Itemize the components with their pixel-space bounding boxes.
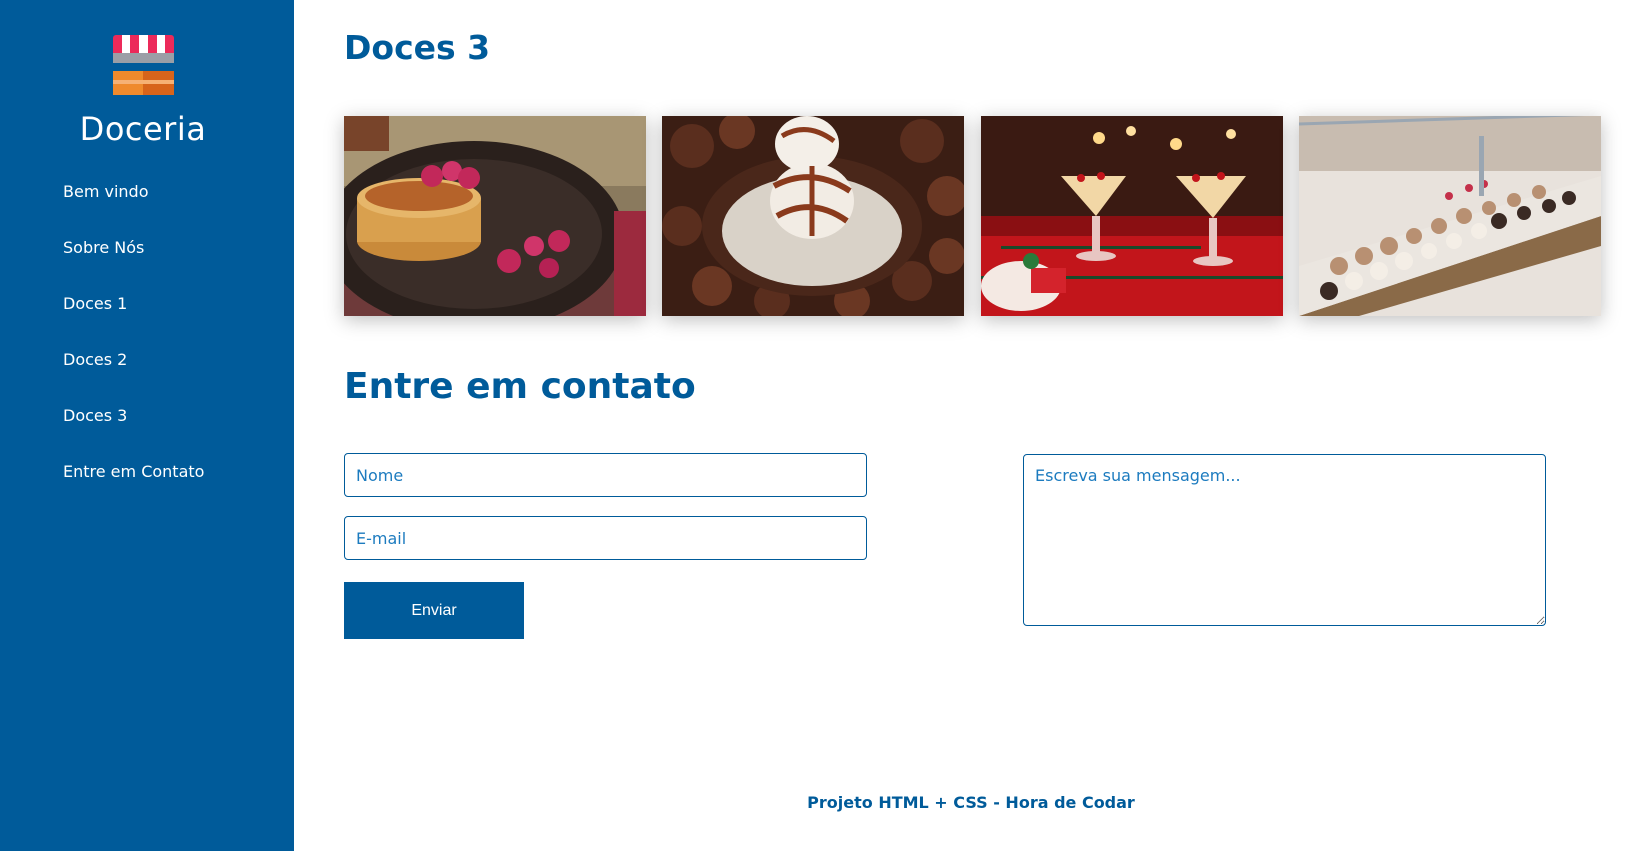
christmas-eggnog-cocktails-photo: [981, 116, 1283, 316]
pancakes-with-raspberries-photo: [344, 116, 646, 316]
photo-gallery: [344, 116, 1602, 316]
contact-title: Entre em contato: [344, 366, 696, 407]
sweet-shop-stall-icon[interactable]: [113, 35, 175, 95]
sidebar-nav: Bem vindo Sobre Nós Doces 1 Doces 2 Doce…: [63, 180, 204, 516]
sidebar: Doceria Bem vindo Sobre Nós Doces 1 Doce…: [0, 0, 294, 851]
footer-credit: Projeto HTML + CSS - Hora de Codar: [807, 793, 1135, 812]
send-button[interactable]: Enviar: [344, 582, 524, 639]
sidebar-item-sobre-nos[interactable]: Sobre Nós: [63, 236, 204, 292]
sidebar-item-entre-em-contato[interactable]: Entre em Contato: [63, 460, 204, 516]
chocolate-coconut-dessert-photo: [662, 116, 964, 316]
email-field[interactable]: [344, 516, 867, 560]
name-field[interactable]: [344, 453, 867, 497]
brand-title[interactable]: Doceria: [0, 110, 286, 148]
sidebar-item-doces-2[interactable]: Doces 2: [63, 348, 204, 404]
sidebar-item-doces-3[interactable]: Doces 3: [63, 404, 204, 460]
message-textarea[interactable]: [1023, 454, 1546, 626]
sidebar-item-doces-1[interactable]: Doces 1: [63, 292, 204, 348]
bakery-display-case-photo: [1299, 116, 1601, 316]
sidebar-item-bem-vindo[interactable]: Bem vindo: [63, 180, 204, 236]
section-title: Doces 3: [344, 28, 491, 67]
main-content: Doces 3 Entre em contato Nome E-mail Env…: [294, 0, 1648, 851]
